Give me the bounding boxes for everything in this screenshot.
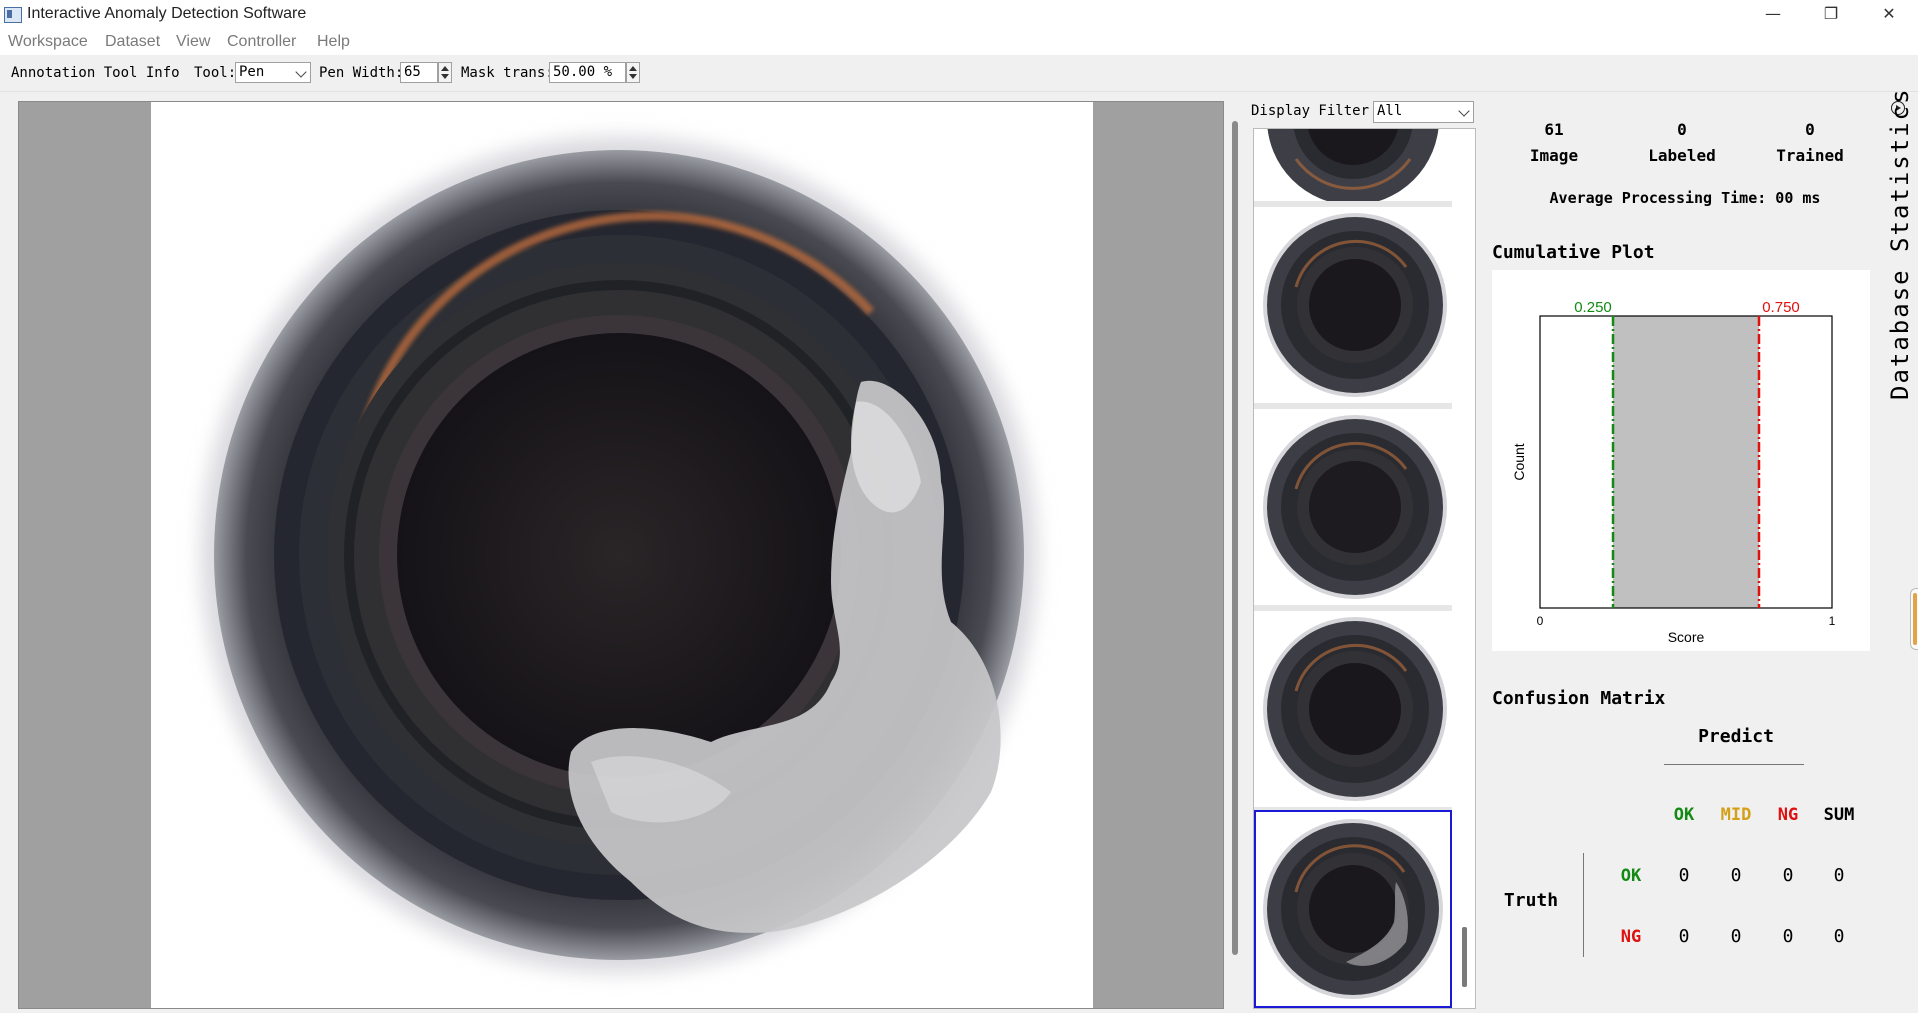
cm-truth-label: Truth (1503, 890, 1559, 911)
mask-trans-input[interactable]: 50.00 % (549, 62, 626, 83)
cm-col-mid: MID (1720, 805, 1752, 825)
cumulative-plot-panel: 0.250 0.750 0 1 Score Count (1492, 270, 1870, 651)
image-count-label: Image (1529, 146, 1579, 165)
y-axis-label: Count (1511, 443, 1527, 480)
menu-dataset[interactable]: Dataset (105, 33, 160, 51)
pen-width-spinner[interactable] (438, 62, 452, 83)
thumbnail-item[interactable] (1256, 611, 1450, 807)
pen-width-label: Pen Width: (319, 65, 404, 81)
cumulative-plot-chart: 0.250 0.750 0 1 Score Count (1511, 299, 1836, 645)
side-panel-handle[interactable] (1910, 588, 1918, 650)
cm-cell: 0 (1782, 926, 1794, 947)
thumbnail-item[interactable] (1256, 409, 1450, 605)
thumbnail-item[interactable] (1256, 207, 1450, 403)
trained-count-label: Trained (1776, 146, 1844, 165)
cm-row-ok: OK (1620, 866, 1642, 886)
thumbnail-scrollbar[interactable] (1462, 927, 1467, 987)
chevron-down-icon (295, 66, 307, 78)
menu-help[interactable]: Help (317, 33, 350, 51)
tool-select-value: Pen (239, 64, 265, 80)
annotation-info-label: Annotation Tool Info (11, 65, 180, 81)
ng-threshold-label: 0.750 (1762, 299, 1800, 316)
spin-down-icon (441, 74, 449, 79)
cm-predict-divider (1664, 764, 1804, 765)
bottle-thumbnail (1263, 415, 1447, 599)
chevron-down-icon (1458, 105, 1470, 117)
bottle-thumbnail (1263, 617, 1447, 801)
confusion-matrix-title: Confusion Matrix (1492, 688, 1666, 709)
cumulative-plot-title: Cumulative Plot (1492, 242, 1655, 263)
menu-workspace[interactable]: Workspace (8, 33, 88, 51)
close-button[interactable]: ✕ (1860, 0, 1918, 29)
cm-truth-divider (1583, 853, 1584, 957)
cm-cell: 0 (1730, 865, 1742, 886)
mask-trans-spinner[interactable] (626, 62, 640, 83)
title-bar: Interactive Anomaly Detection Software —… (0, 0, 1918, 29)
bottle-image[interactable] (151, 102, 1093, 1008)
window-title: Interactive Anomaly Detection Software (27, 5, 307, 22)
x-min-tick: 0 (1537, 614, 1544, 628)
cm-cell: 0 (1833, 926, 1845, 947)
restore-button[interactable]: ❐ (1802, 0, 1860, 29)
bottle-thumbnail (1267, 129, 1439, 201)
trained-count: 0 (1805, 120, 1815, 139)
spin-up-icon (629, 66, 637, 71)
cm-cell: 0 (1782, 865, 1794, 886)
cm-col-sum: SUM (1823, 805, 1855, 825)
threshold-band (1613, 316, 1759, 608)
display-filter-select[interactable]: All (1373, 101, 1474, 123)
cm-cell: 0 (1833, 865, 1845, 886)
menu-view[interactable]: View (176, 33, 210, 51)
display-filter-value: All (1377, 103, 1403, 119)
cm-col-ng: NG (1777, 805, 1799, 825)
labeled-count-label: Labeled (1648, 146, 1716, 165)
image-viewer[interactable] (18, 101, 1224, 1009)
annotation-toolbar: Annotation Tool Info Tool: Pen Pen Width… (0, 55, 1918, 92)
menu-bar: Workspace Dataset View Controller Help (0, 29, 1918, 55)
menu-controller[interactable]: Controller (227, 33, 296, 51)
bottle-thumbnail-defect (1263, 819, 1443, 999)
annotation-canvas[interactable] (151, 102, 1093, 1008)
tool-label: Tool: (194, 65, 237, 81)
database-statistics-tab[interactable]: Database Statistics (1886, 87, 1914, 400)
minimize-button[interactable]: — (1744, 0, 1802, 29)
thumbnail-item[interactable] (1256, 129, 1450, 201)
image-count: 61 (1544, 120, 1564, 139)
tool-select[interactable]: Pen (235, 62, 311, 83)
pen-width-input[interactable]: 65 (400, 62, 438, 83)
bottle-thumbnail (1263, 213, 1447, 397)
cm-row-ng: NG (1620, 927, 1642, 947)
mask-trans-label: Mask trans: (461, 65, 554, 81)
thumbnail-item-selected[interactable] (1254, 810, 1452, 1008)
ok-threshold-label: 0.250 (1574, 299, 1612, 316)
labeled-count: 0 (1677, 120, 1687, 139)
cm-cell: 0 (1730, 926, 1742, 947)
avg-processing-time: Average Processing Time: 00 ms (1549, 189, 1821, 207)
x-axis-label: Score (1668, 629, 1705, 645)
cm-predict-label: Predict (1698, 726, 1774, 747)
x-max-tick: 1 (1829, 614, 1836, 628)
viewer-scrollbar[interactable] (1232, 121, 1238, 955)
app-icon (4, 7, 22, 23)
spin-up-icon (441, 66, 449, 71)
display-filter-label: Display Filter (1251, 103, 1370, 119)
cm-cell: 0 (1678, 926, 1690, 947)
cm-cell: 0 (1678, 865, 1690, 886)
spin-down-icon (629, 74, 637, 79)
thumbnail-list[interactable] (1253, 128, 1476, 1009)
cm-col-ok: OK (1673, 805, 1695, 825)
